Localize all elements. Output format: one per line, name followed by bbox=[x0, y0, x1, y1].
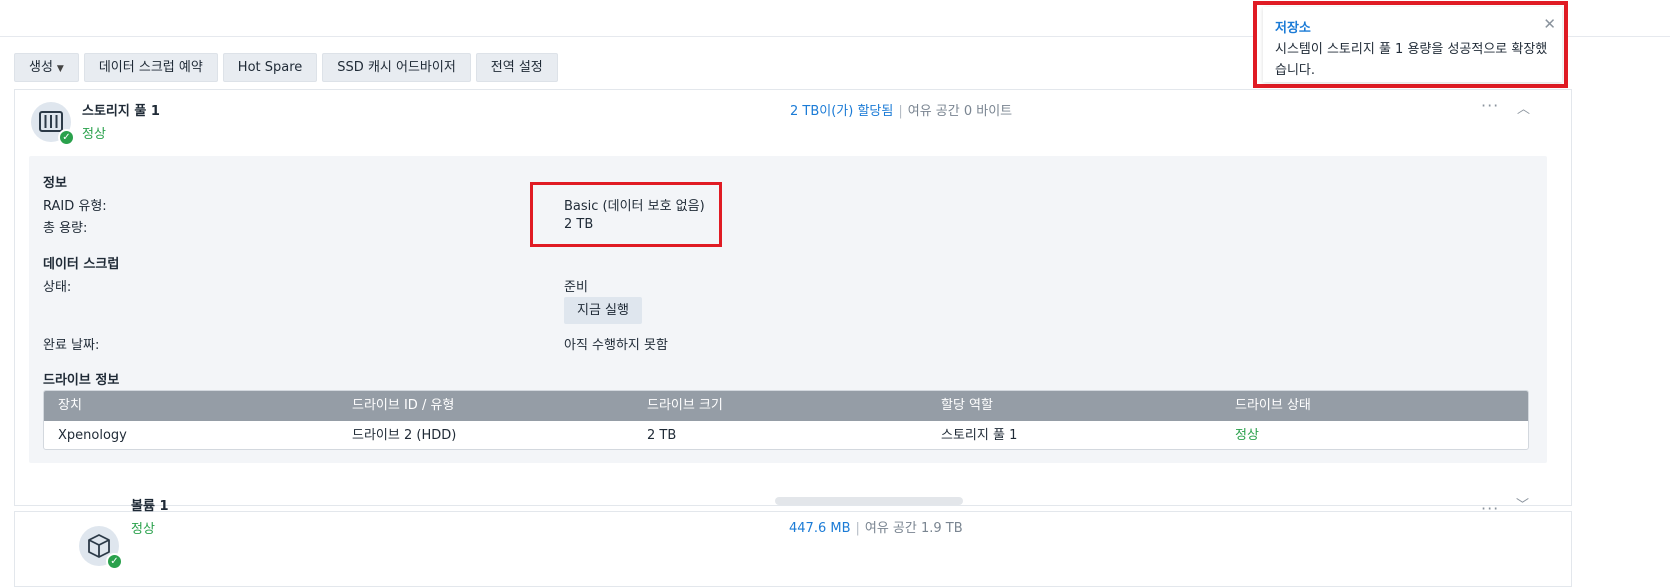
free-space: 여유 공간 0 바이트 bbox=[907, 104, 1013, 119]
column-header-device[interactable]: 장치 bbox=[58, 391, 82, 421]
storage-pool-details: 정보 RAID 유형: Basic (데이터 보호 없음) 총 용량: 2 TB… bbox=[29, 156, 1547, 463]
column-header-drive-id[interactable]: 드라이브 ID / 유형 bbox=[352, 391, 454, 421]
create-button-label: 생성 bbox=[29, 60, 53, 75]
run-now-button[interactable]: 지금 실행 bbox=[564, 297, 642, 324]
notification-toast: 저장소 ✕ 시스템이 스토리지 풀 1 용량을 성공적으로 확장했습니다. bbox=[1253, 1, 1568, 88]
more-options-icon[interactable]: ··· bbox=[1481, 499, 1499, 518]
status-check-icon: ✓ bbox=[106, 553, 123, 570]
hot-spare-button[interactable]: Hot Spare bbox=[222, 53, 318, 82]
drive-table: 장치 드라이브 ID / 유형 드라이브 크기 할당 역할 드라이브 상태 Xp… bbox=[43, 390, 1529, 450]
drive-table-header: 장치 드라이브 ID / 유형 드라이브 크기 할당 역할 드라이브 상태 bbox=[44, 391, 1528, 421]
scrub-heading: 데이터 스크럽 bbox=[43, 257, 120, 272]
highlight-box bbox=[530, 182, 722, 247]
status-check-icon: ✓ bbox=[58, 129, 75, 146]
volume-usage-bar bbox=[775, 497, 963, 505]
info-heading: 정보 bbox=[43, 176, 67, 191]
completion-date-label: 완료 날짜: bbox=[43, 338, 100, 353]
volume-used: 447.6 MB bbox=[789, 521, 851, 536]
scrub-status-value: 준비 bbox=[564, 280, 588, 295]
global-settings-button[interactable]: 전역 설정 bbox=[475, 53, 558, 82]
volume-status: 정상 bbox=[131, 522, 155, 537]
cell-device: Xpenology bbox=[58, 428, 127, 443]
storage-pool-status: 정상 bbox=[82, 127, 106, 142]
caret-down-icon: ▼ bbox=[56, 64, 64, 74]
separator: | bbox=[898, 104, 903, 119]
volume-icon: ✓ bbox=[79, 526, 123, 570]
toast-message: 시스템이 스토리지 풀 1 용량을 성공적으로 확장했습니다. bbox=[1275, 42, 1548, 78]
storage-pool-title: 스토리지 풀 1 bbox=[82, 104, 160, 119]
ssd-cache-advisor-button[interactable]: SSD 캐시 어드바이저 bbox=[322, 53, 471, 82]
storage-pool-card: ✓ 스토리지 풀 1 정상 2 TB이(가) 할당됨 | 여유 공간 0 바이트 ·… bbox=[14, 89, 1572, 506]
raid-type-label: RAID 유형: bbox=[43, 199, 107, 214]
allocated-amount: 2 TB이(가) 할당됨 bbox=[790, 104, 894, 119]
column-header-drive-size[interactable]: 드라이브 크기 bbox=[647, 391, 723, 421]
volume-title: 볼륨 1 bbox=[131, 499, 169, 514]
cell-drive-status: 정상 bbox=[1235, 428, 1259, 443]
volume-usage: 447.6 MB | 여유 공간 1.9 TB bbox=[789, 517, 963, 536]
separator: | bbox=[855, 521, 860, 536]
scrub-schedule-button[interactable]: 데이터 스크럽 예약 bbox=[83, 53, 218, 82]
chevron-up-icon[interactable]: ︿ bbox=[1517, 98, 1530, 117]
toast-body: 저장소 ✕ 시스템이 스토리지 풀 1 용량을 성공적으로 확장했습니다. bbox=[1263, 7, 1562, 82]
close-icon[interactable]: ✕ bbox=[1543, 15, 1556, 33]
more-options-icon[interactable]: ··· bbox=[1481, 96, 1499, 115]
cell-drive-id: 드라이브 2 (HDD) bbox=[352, 428, 457, 443]
cell-role: 스토리지 풀 1 bbox=[941, 428, 1018, 443]
column-header-drive-status[interactable]: 드라이브 상태 bbox=[1235, 391, 1311, 421]
toast-title: 저장소 bbox=[1275, 21, 1311, 36]
chevron-down-icon[interactable]: ﹀ bbox=[1516, 494, 1529, 513]
volume-free-space: 여유 공간 1.9 TB bbox=[864, 521, 963, 536]
drive-info-heading: 드라이브 정보 bbox=[43, 373, 120, 388]
toolbar: 생성 ▼ 데이터 스크럽 예약 Hot Spare SSD 캐시 어드바이저 전역… bbox=[14, 53, 558, 82]
cell-drive-size: 2 TB bbox=[647, 428, 677, 443]
completion-date-value: 아직 수행하지 못함 bbox=[564, 338, 668, 353]
column-header-role[interactable]: 할당 역할 bbox=[941, 391, 993, 421]
storage-pool-allocation: 2 TB이(가) 할당됨 | 여유 공간 0 바이트 bbox=[790, 100, 1012, 119]
create-button[interactable]: 생성 ▼ bbox=[14, 53, 79, 82]
scrub-status-label: 상태: bbox=[43, 280, 72, 295]
storage-pool-icon: ✓ bbox=[31, 102, 75, 146]
total-capacity-label: 총 용량: bbox=[43, 221, 88, 236]
table-row[interactable]: Xpenology 드라이브 2 (HDD) 2 TB 스토리지 풀 1 정상 bbox=[44, 421, 1528, 449]
